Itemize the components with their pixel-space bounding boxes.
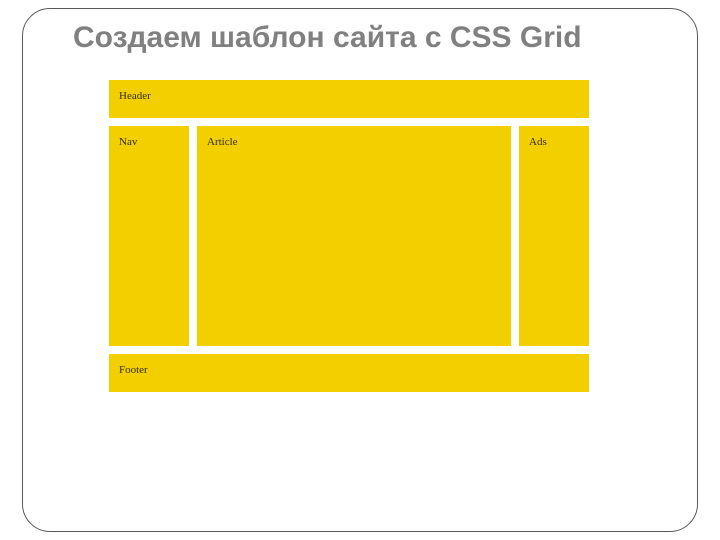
layout-ads-region: Ads (519, 126, 589, 346)
layout-footer-region: Footer (109, 354, 589, 392)
layout-nav-region: Nav (109, 126, 189, 346)
layout-article-region: Article (197, 126, 511, 346)
slide-frame: Создаем шаблон сайта с CSS Grid Header N… (22, 8, 698, 532)
page-title: Создаем шаблон сайта с CSS Grid (73, 21, 669, 56)
css-grid-layout-demo: Header Nav Article Ads Footer (109, 80, 589, 392)
layout-header-region: Header (109, 80, 589, 118)
